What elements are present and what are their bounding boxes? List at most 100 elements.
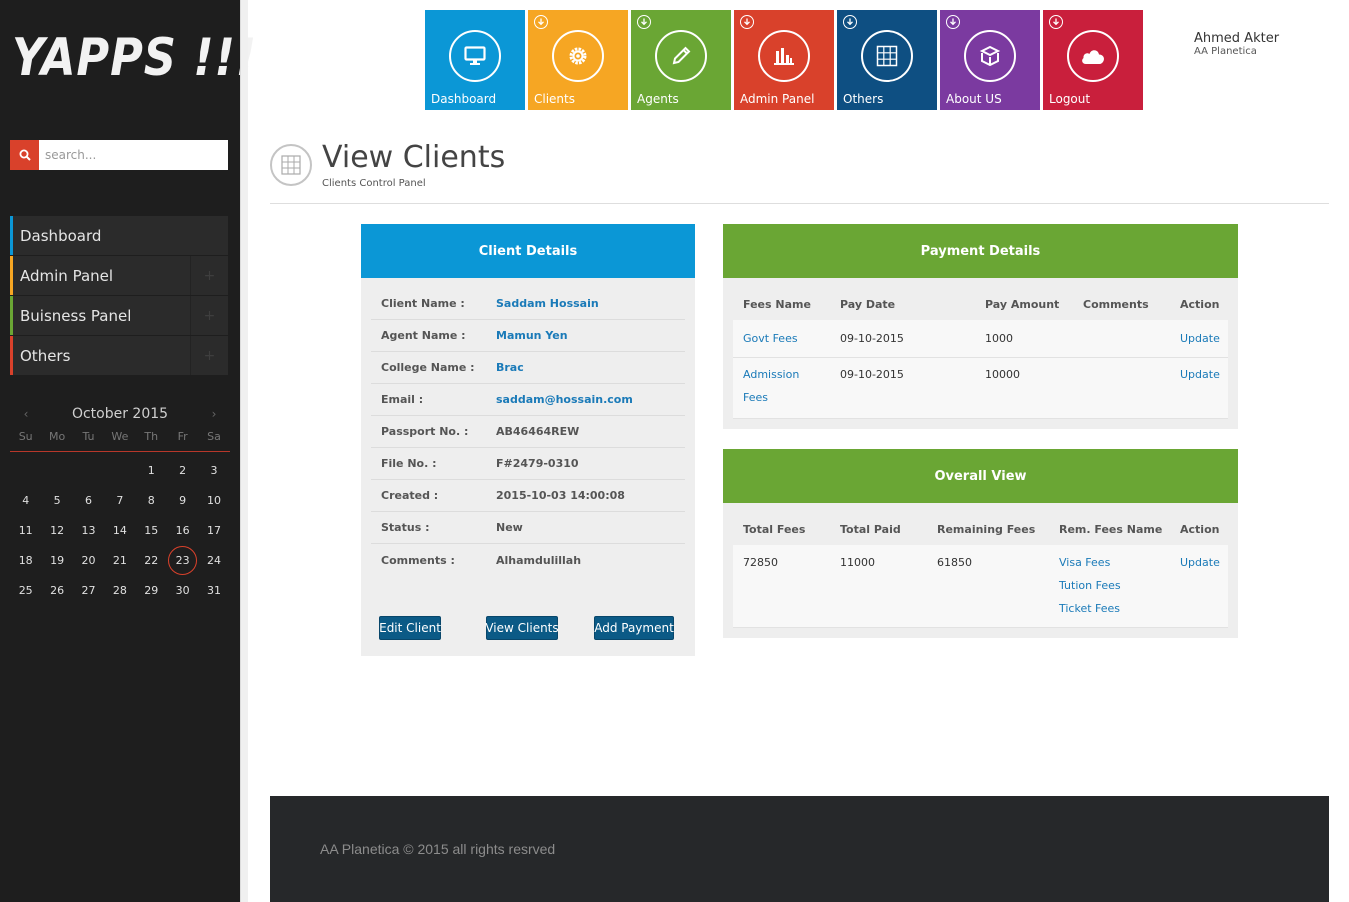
table-header: Total Fees Total Paid Remaining Fees Rem… — [733, 513, 1228, 545]
search-button[interactable] — [10, 140, 39, 170]
calendar-day[interactable]: 31 — [198, 575, 229, 605]
calendar-day[interactable]: 17 — [198, 515, 229, 545]
calendar-day[interactable]: 4 — [10, 485, 41, 515]
pencil-icon — [655, 30, 707, 82]
tile-agents[interactable]: Agents — [631, 10, 731, 110]
next-month-icon[interactable]: › — [204, 407, 224, 421]
calendar-day[interactable]: 30 — [167, 575, 198, 605]
tile-clients[interactable]: Clients — [528, 10, 628, 110]
calendar-day[interactable]: 29 — [136, 575, 167, 605]
overall-view-title: Overall View — [723, 449, 1238, 503]
calendar-day[interactable]: 2 — [167, 455, 198, 485]
footer: AA Planetica © 2015 all rights resrved — [270, 796, 1329, 902]
column-header: Action — [1180, 522, 1220, 536]
download-arrow-icon — [534, 15, 548, 29]
calendar-day[interactable]: 8 — [136, 485, 167, 515]
calendar-day[interactable]: 9 — [167, 485, 198, 515]
box-icon — [964, 30, 1016, 82]
column-header: Pay Amount — [985, 297, 1060, 311]
calendar-day[interactable]: 3 — [198, 455, 229, 485]
tile-label: Logout — [1049, 92, 1091, 106]
calendar-days: 1 2 3 4 5 6 7 8 9 10 11 12 13 14 15 16 17 18 19 20 21 22 23 24 2… — [10, 455, 230, 605]
user-name: Ahmed Akter — [1194, 31, 1280, 46]
tile-label: Dashboard — [431, 92, 497, 106]
fees-name-link[interactable]: Govt Fees — [733, 332, 830, 345]
detail-value: AB46464REW — [496, 425, 580, 438]
calendar-day[interactable]: 25 — [10, 575, 41, 605]
sidebar-item-others[interactable]: Others + — [10, 336, 228, 376]
calendar-day[interactable]: 12 — [41, 515, 72, 545]
column-header: Pay Date — [840, 297, 896, 311]
update-link[interactable]: Update — [1170, 332, 1228, 345]
column-header: Action — [1180, 297, 1220, 311]
edit-client-button[interactable]: Edit Client — [379, 616, 441, 640]
detail-value[interactable]: saddam@hossain.com — [496, 393, 633, 406]
tile-others[interactable]: Others — [837, 10, 937, 110]
detail-key: Agent Name : — [381, 329, 466, 342]
detail-key: Email : — [381, 393, 424, 406]
sidebar-item-business-panel[interactable]: Buisness Panel + — [10, 296, 228, 336]
calendar-day[interactable]: 16 — [167, 515, 198, 545]
calendar-day[interactable]: 27 — [73, 575, 104, 605]
calendar-day[interactable]: 13 — [73, 515, 104, 545]
calendar-day[interactable]: 21 — [104, 545, 135, 575]
calendar-day[interactable]: 22 — [136, 545, 167, 575]
detail-value[interactable]: Saddam Hossain — [496, 297, 599, 310]
user-organization: AA Planetica — [1194, 46, 1257, 57]
calendar-day[interactable]: 26 — [41, 575, 72, 605]
prev-month-icon[interactable]: ‹ — [16, 407, 36, 421]
calendar-day[interactable]: 6 — [73, 485, 104, 515]
calendar-day[interactable]: 20 — [73, 545, 104, 575]
calendar-day[interactable]: 5 — [41, 485, 72, 515]
detail-value[interactable]: Mamun Yen — [496, 329, 568, 342]
detail-row: Email : saddam@hossain.com — [371, 384, 685, 416]
weekday-label: Tu — [82, 430, 95, 443]
rem-fee-link[interactable]: Tution Fees — [1059, 574, 1170, 597]
app-logo[interactable]: YAPPS !!! — [12, 28, 257, 88]
update-link[interactable]: Update — [1170, 363, 1228, 418]
calendar-day[interactable]: 10 — [198, 485, 229, 515]
bar-chart-icon — [758, 30, 810, 82]
user-info[interactable]: Ahmed Akter AA Planetica — [1194, 31, 1279, 57]
column-header: Fees Name — [743, 297, 811, 311]
view-clients-button[interactable]: View Clients — [485, 616, 559, 640]
column-header: Comments — [1083, 297, 1149, 311]
tile-about-us[interactable]: About US — [940, 10, 1040, 110]
client-details-title: Client Details — [361, 224, 695, 278]
calendar-day[interactable]: 11 — [10, 515, 41, 545]
search-input[interactable] — [39, 140, 228, 170]
update-link[interactable]: Update — [1170, 551, 1228, 627]
detail-key: File No. : — [381, 457, 437, 470]
calendar-day[interactable]: 19 — [41, 545, 72, 575]
table-icon — [270, 144, 312, 186]
expand-icon[interactable]: + — [190, 256, 228, 295]
calendar-day-today[interactable]: 23 — [167, 545, 198, 575]
rem-fee-link[interactable]: Visa Fees — [1059, 551, 1170, 574]
calendar-day[interactable]: 18 — [10, 545, 41, 575]
detail-row: Agent Name : Mamun Yen — [371, 320, 685, 352]
sidebar-item-dashboard[interactable]: Dashboard — [10, 216, 228, 256]
payment-details-title: Payment Details — [723, 224, 1238, 278]
calendar-day[interactable]: 7 — [104, 485, 135, 515]
detail-value[interactable]: Brac — [496, 361, 524, 374]
fees-name-link[interactable]: Admission Fees — [733, 363, 830, 418]
sidebar-item-admin-panel[interactable]: Admin Panel + — [10, 256, 228, 296]
calendar-day[interactable]: 1 — [136, 455, 167, 485]
expand-icon[interactable]: + — [190, 336, 228, 375]
calendar-day[interactable]: 15 — [136, 515, 167, 545]
detail-key: Status : — [381, 521, 430, 534]
weekday-label: Th — [144, 430, 159, 443]
add-payment-button[interactable]: Add Payment — [594, 616, 674, 640]
detail-key: Passport No. : — [381, 425, 469, 438]
tile-logout[interactable]: Logout — [1043, 10, 1143, 110]
tile-admin-panel[interactable]: Admin Panel — [734, 10, 834, 110]
sidebar-menu: Dashboard Admin Panel + Buisness Panel +… — [10, 216, 228, 376]
calendar-day[interactable]: 28 — [104, 575, 135, 605]
tile-dashboard[interactable]: Dashboard — [425, 10, 525, 110]
calendar-day[interactable]: 14 — [104, 515, 135, 545]
remaining-fees: 61850 — [937, 556, 972, 569]
calendar-day[interactable]: 24 — [198, 545, 229, 575]
rem-fee-link[interactable]: Ticket Fees — [1059, 597, 1170, 620]
expand-icon[interactable]: + — [190, 296, 228, 335]
detail-key: College Name : — [381, 361, 475, 374]
